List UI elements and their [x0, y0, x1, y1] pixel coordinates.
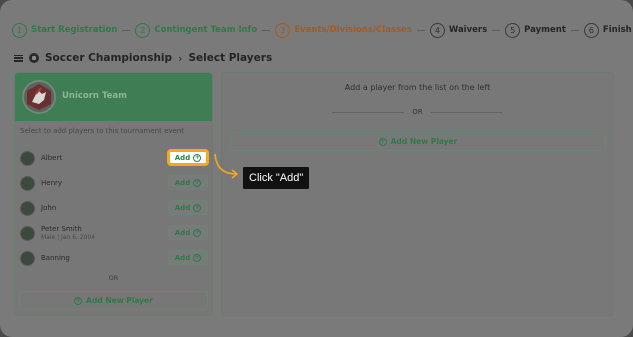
player-details: Male | Jan 6, 2004	[41, 234, 96, 241]
step-number: 1	[12, 22, 27, 38]
soccer-ball-icon	[29, 53, 39, 63]
step-start-registration[interactable]: 1 Start Registration	[12, 22, 118, 38]
step-payment[interactable]: 5 Payment	[505, 22, 566, 38]
team-name: Unicorn Team	[62, 91, 127, 101]
player-name: Banning	[41, 254, 70, 262]
step-number: 2	[135, 22, 151, 38]
step-label: Waivers	[448, 25, 488, 35]
step-number: 4	[429, 22, 445, 38]
player-name: Albert	[41, 154, 63, 162]
player-row: Henry Add +	[20, 172, 208, 194]
add-label: Add	[174, 153, 191, 162]
add-player-button[interactable]: Add +	[168, 150, 208, 165]
avatar	[20, 225, 35, 241]
plus-circle-icon: +	[378, 137, 387, 146]
add-player-button[interactable]: Add +	[168, 225, 208, 240]
registration-stepper: 1 Start Registration 2 Contingent Team I…	[12, 20, 632, 40]
add-player-button[interactable]: Add +	[168, 200, 208, 215]
player-row: Peter Smith Male | Jan 6, 2004 Add +	[20, 222, 208, 244]
breadcrumb-event[interactable]: Soccer Championship	[45, 52, 172, 64]
or-divider: OR	[108, 274, 119, 282]
step-connector	[262, 29, 271, 31]
player-name: Peter Smith	[41, 225, 82, 233]
plus-circle-icon: +	[193, 203, 202, 212]
step-number: 3	[275, 22, 291, 38]
team-roster-panel: Unicorn Team Select to add players to th…	[14, 72, 213, 316]
step-label: Finish	[602, 25, 632, 35]
step-label: Contingent Team Info	[154, 25, 258, 35]
team-header: Unicorn Team	[15, 73, 212, 121]
divider-line	[332, 111, 405, 113]
step-label: Start Registration	[31, 25, 118, 35]
plus-circle-icon: +	[193, 153, 202, 162]
avatar	[20, 150, 35, 166]
curved-arrow-icon	[214, 153, 239, 179]
add-label: Add	[174, 203, 191, 212]
page-title: Select Players	[188, 52, 273, 64]
or-text: OR	[412, 108, 423, 116]
or-divider: OR	[332, 107, 503, 117]
instruction-tooltip: Click "Add"	[243, 167, 310, 189]
add-player-button[interactable]: Add +	[168, 250, 208, 265]
step-waivers[interactable]: 4 Waivers	[429, 22, 488, 38]
player-row: John Add +	[20, 197, 208, 219]
breadcrumb: Soccer Championship › Select Players	[14, 50, 272, 66]
avatar	[20, 250, 35, 266]
team-logo	[22, 80, 56, 114]
add-new-player-label: Add New Player	[390, 137, 458, 146]
player-row: Banning Add +	[20, 247, 208, 269]
chevron-right-icon: ›	[178, 51, 183, 65]
step-connector	[570, 29, 579, 31]
step-connector	[416, 29, 425, 31]
avatar	[20, 175, 35, 191]
step-connector	[122, 29, 131, 31]
player-name: Henry	[41, 179, 63, 187]
avatar	[20, 200, 35, 216]
add-new-player-label: Add New Player	[86, 296, 153, 305]
plus-circle-icon: +	[193, 253, 202, 262]
step-label: Events/Divisions/Classes	[294, 25, 412, 35]
menu-icon[interactable]	[14, 54, 23, 62]
step-contingent-team-info[interactable]: 2 Contingent Team Info	[135, 22, 258, 38]
select-hint: Select to add players to this tournament…	[20, 127, 185, 135]
step-finish[interactable]: 6 Finish	[583, 22, 632, 38]
player-row: Albert Add +	[20, 147, 208, 169]
step-events-divisions-classes[interactable]: 3 Events/Divisions/Classes	[275, 22, 412, 38]
step-number: 6	[583, 22, 599, 38]
plus-circle-icon: +	[193, 178, 202, 187]
player-name: John	[41, 204, 57, 212]
add-label: Add	[174, 253, 191, 262]
add-label: Add	[174, 178, 191, 187]
plus-circle-icon: +	[74, 296, 83, 305]
add-new-player-button[interactable]: + Add New Player	[230, 132, 606, 151]
app-window: 1 Start Registration 2 Contingent Team I…	[0, 0, 633, 337]
step-number: 5	[505, 22, 521, 38]
step-label: Payment	[524, 25, 566, 35]
add-player-button[interactable]: Add +	[168, 175, 208, 190]
add-new-player-button[interactable]: + Add New Player	[19, 291, 208, 310]
tooltip-text: Click "Add"	[249, 172, 304, 184]
empty-state-prompt: Add a player from the list on the left	[344, 83, 491, 92]
plus-circle-icon: +	[193, 228, 202, 237]
divider-line	[430, 111, 503, 113]
step-connector	[492, 29, 501, 31]
add-label: Add	[174, 228, 191, 237]
selected-players-panel: Add a player from the list on the left O…	[221, 72, 614, 316]
